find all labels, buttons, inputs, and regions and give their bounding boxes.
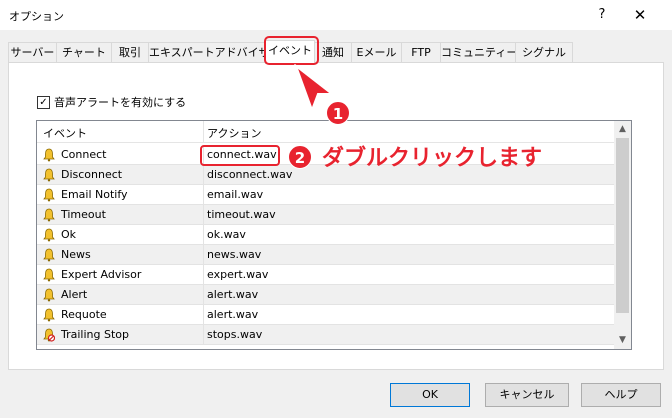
table-row[interactable]: Expert Advisor expert.wav bbox=[37, 265, 615, 285]
scroll-down-icon[interactable]: ▼ bbox=[614, 332, 631, 349]
sound-alert-option[interactable]: ✓ 音声アラートを有効にする bbox=[37, 94, 186, 110]
event-name: News bbox=[61, 248, 91, 261]
event-name: Disconnect bbox=[61, 168, 123, 181]
bell-icon bbox=[43, 268, 55, 282]
tab-server[interactable]: サーバー bbox=[8, 42, 57, 63]
step-1-badge: 1 bbox=[326, 101, 350, 125]
tab-notifications[interactable]: 通知 bbox=[314, 42, 352, 63]
connect-action-highlight bbox=[200, 145, 280, 166]
cell-divider bbox=[203, 185, 204, 205]
event-action[interactable]: disconnect.wav bbox=[207, 168, 292, 181]
event-action[interactable]: timeout.wav bbox=[207, 208, 276, 221]
title-bar: オプション ? ✕ bbox=[0, 0, 672, 30]
tab-email[interactable]: Eメール bbox=[351, 42, 402, 63]
column-header-event[interactable]: イベント bbox=[43, 125, 87, 141]
scroll-thumb[interactable] bbox=[616, 138, 629, 313]
cell-divider bbox=[203, 305, 204, 325]
bell-icon bbox=[43, 148, 55, 162]
ok-button[interactable]: OK bbox=[390, 383, 470, 407]
table-row[interactable]: Timeout timeout.wav bbox=[37, 205, 615, 225]
table-row[interactable]: News news.wav bbox=[37, 245, 615, 265]
events-tab-highlight bbox=[264, 36, 319, 65]
bell-icon bbox=[43, 308, 55, 322]
bell-icon bbox=[43, 228, 55, 242]
event-action[interactable]: alert.wav bbox=[207, 308, 258, 321]
cancel-button[interactable]: キャンセル bbox=[485, 383, 569, 407]
scroll-up-icon[interactable]: ▲ bbox=[614, 121, 631, 138]
bell-icon bbox=[43, 168, 55, 182]
tab-community[interactable]: コミュニティー bbox=[440, 42, 517, 63]
cell-divider bbox=[203, 205, 204, 225]
event-name: Ok bbox=[61, 228, 77, 241]
event-rows: Connect connect.wav Disconnect disconnect.w… bbox=[37, 145, 615, 345]
tab-expert-advisor[interactable]: エキスパートアドバイザ bbox=[148, 42, 270, 63]
cell-divider bbox=[203, 225, 204, 245]
cell-divider bbox=[203, 245, 204, 265]
column-divider[interactable] bbox=[203, 121, 204, 143]
event-action[interactable]: email.wav bbox=[207, 188, 263, 201]
event-name: Expert Advisor bbox=[61, 268, 142, 281]
bell-icon bbox=[43, 248, 55, 262]
event-action[interactable]: stops.wav bbox=[207, 328, 262, 341]
event-name: Requote bbox=[61, 308, 107, 321]
cell-divider bbox=[203, 265, 204, 285]
event-name: Timeout bbox=[61, 208, 106, 221]
table-row[interactable]: Alert alert.wav bbox=[37, 285, 615, 305]
event-action[interactable]: news.wav bbox=[207, 248, 261, 261]
event-name: Trailing Stop bbox=[61, 328, 129, 341]
cell-divider bbox=[203, 325, 204, 345]
sound-alert-checkbox[interactable]: ✓ bbox=[37, 95, 50, 109]
help-icon[interactable]: ? bbox=[590, 4, 614, 26]
table-row[interactable]: Email Notify email.wav bbox=[37, 185, 615, 205]
sound-alert-label: 音声アラートを有効にする bbox=[54, 96, 187, 109]
event-name: Connect bbox=[61, 148, 107, 161]
bell-icon bbox=[43, 188, 55, 202]
cell-divider bbox=[203, 285, 204, 305]
close-icon[interactable]: ✕ bbox=[626, 4, 654, 26]
event-action[interactable]: expert.wav bbox=[207, 268, 268, 281]
column-header-action[interactable]: アクション bbox=[207, 125, 261, 141]
event-name: Alert bbox=[61, 288, 88, 301]
event-action[interactable]: ok.wav bbox=[207, 228, 246, 241]
help-button[interactable]: ヘルプ bbox=[581, 383, 661, 407]
tab-trade[interactable]: 取引 bbox=[111, 42, 149, 63]
step-2-instruction: ダブルクリックします bbox=[322, 146, 543, 171]
bell-icon bbox=[43, 288, 55, 302]
bell-disabled-icon bbox=[43, 328, 56, 342]
tab-strip: サーバー チャート 取引 エキスパートアドバイザ イベント 通知 Eメール FT… bbox=[8, 40, 664, 64]
step-2-badge: 2 bbox=[288, 145, 312, 169]
window-title: オプション bbox=[9, 10, 64, 23]
vertical-scrollbar[interactable]: ▲ ▼ bbox=[614, 121, 631, 349]
table-row[interactable]: Requote alert.wav bbox=[37, 305, 615, 325]
tab-signals[interactable]: シグナル bbox=[515, 42, 573, 63]
tab-ftp[interactable]: FTP bbox=[401, 42, 441, 63]
event-name: Email Notify bbox=[61, 188, 128, 201]
table-row[interactable]: Ok ok.wav bbox=[37, 225, 615, 245]
tab-chart[interactable]: チャート bbox=[56, 42, 112, 63]
cell-divider bbox=[203, 165, 204, 185]
table-row[interactable]: Trailing Stop stops.wav bbox=[37, 325, 615, 345]
bell-icon bbox=[43, 208, 55, 222]
event-action[interactable]: alert.wav bbox=[207, 288, 258, 301]
